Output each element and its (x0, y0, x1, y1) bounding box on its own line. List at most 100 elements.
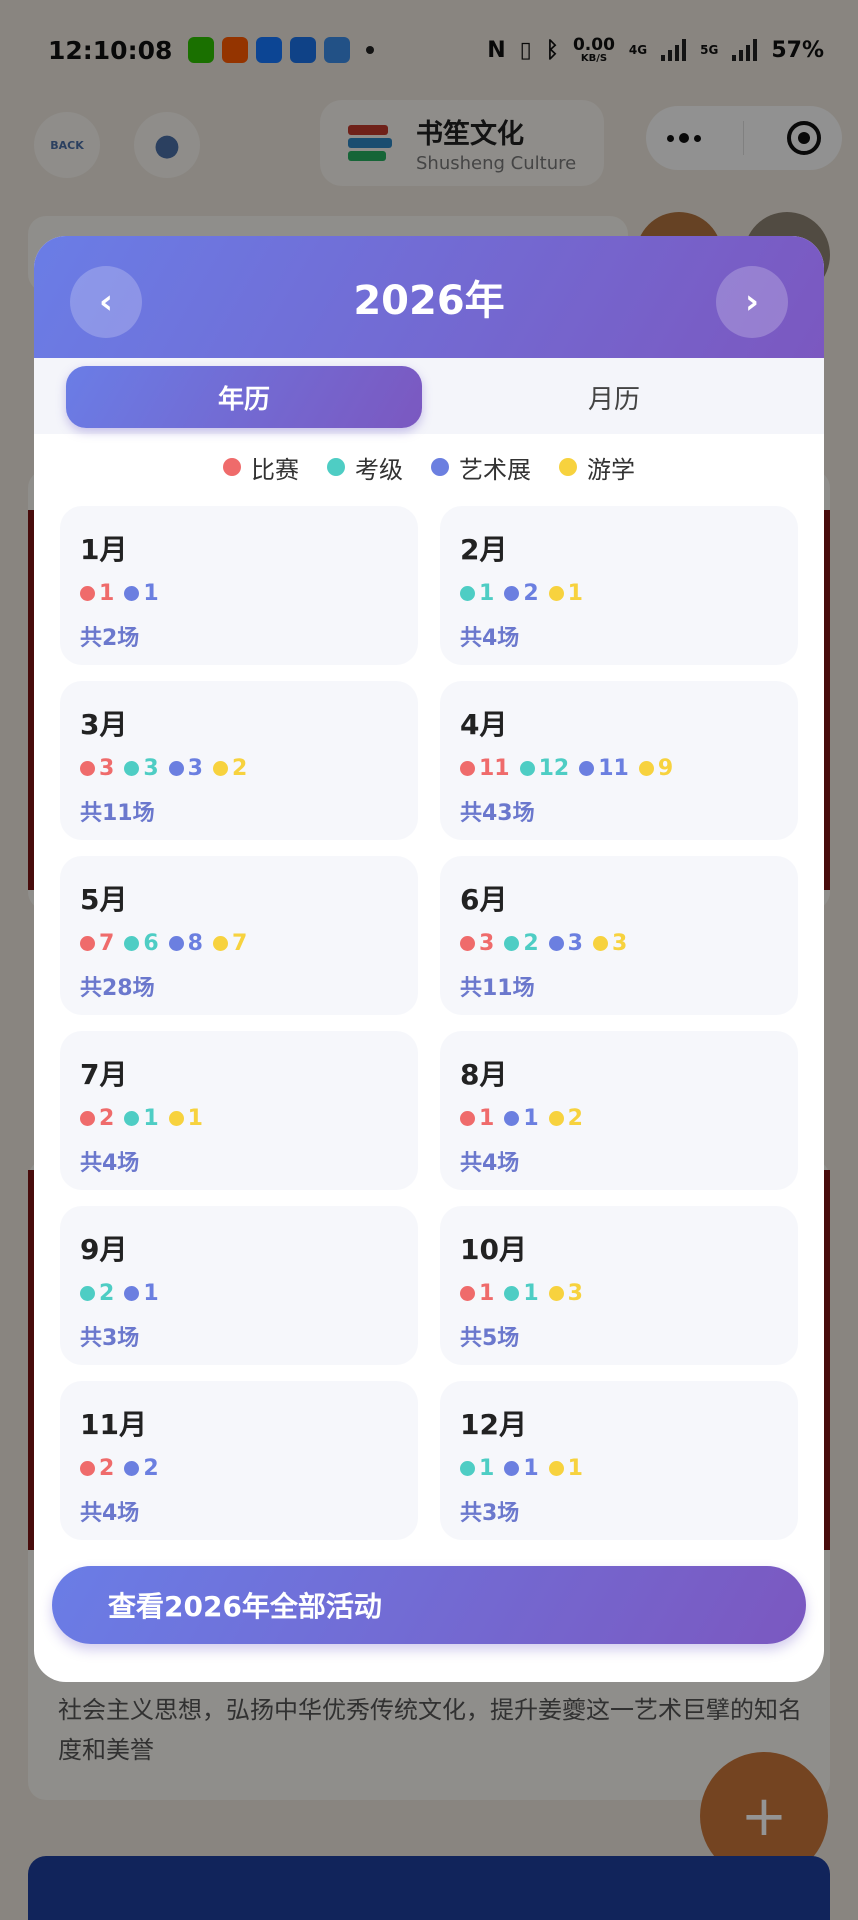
competition-dot-icon (223, 458, 241, 476)
grading-exam-dot-icon (504, 1285, 520, 1301)
count-value: 3 (187, 755, 203, 781)
chevron-right-icon: › (744, 282, 759, 322)
grading-exam-count: 2 (504, 930, 539, 956)
art-exhibition-count: 1 (124, 1281, 159, 1306)
count-value: 12 (538, 755, 570, 781)
month-card[interactable]: 11月 2 2 共4场 (60, 1381, 418, 1540)
study-tour-count: 1 (168, 1105, 203, 1131)
legend-item-competition: 比赛 (223, 450, 299, 485)
tab-year-calendar[interactable]: 年历 (66, 366, 422, 428)
art-exhibition-count: 3 (168, 755, 203, 781)
count-value: 2 (523, 930, 539, 956)
study-tour-count: 2 (212, 755, 248, 781)
art-exhibition-count: 3 (548, 931, 583, 956)
month-card[interactable]: 4月 11 12 11 9 共43场 (440, 681, 798, 840)
view-tabs: 年历 月历 (34, 358, 824, 434)
month-card[interactable]: 8月 1 1 2 共4场 (440, 1031, 798, 1190)
study-tour-dot-icon (548, 1460, 564, 1476)
grading-exam-count: 3 (124, 756, 159, 781)
count-value: 3 (567, 1280, 583, 1306)
study-tour-count: 3 (548, 1280, 583, 1306)
next-year-button[interactable]: › (716, 266, 788, 338)
month-counts: 1 1 3 (460, 1278, 778, 1308)
count-value: 11 (598, 755, 629, 781)
legend-item-study-tour: 游学 (559, 450, 635, 485)
month-name: 10月 (460, 1233, 527, 1266)
month-name: 11月 (80, 1408, 147, 1441)
competition-dot-icon (80, 1460, 95, 1476)
grading-exam-dot-icon (504, 935, 520, 951)
month-counts: 11 (80, 578, 398, 608)
month-total: 共28场 (80, 976, 155, 1001)
count-value: 3 (611, 930, 628, 956)
art-exhibition-dot-icon (579, 760, 595, 776)
art-exhibition-count: 11 (579, 756, 629, 781)
count-value: 1 (523, 1455, 539, 1481)
study-tour-count: 1 (548, 581, 583, 606)
month-name: 4月 (460, 708, 508, 741)
art-exhibition-dot-icon (504, 585, 520, 601)
month-card[interactable]: 3月 3 3 3 2 共11场 (60, 681, 418, 840)
month-name: 7月 (80, 1058, 128, 1091)
prev-year-button[interactable]: ‹ (70, 266, 142, 338)
count-value: 11 (479, 755, 510, 781)
study-tour-count: 9 (638, 756, 673, 781)
art-exhibition-count: 1 (504, 1105, 539, 1131)
count-value: 2 (567, 1105, 583, 1131)
competition-dot-icon (460, 1110, 475, 1126)
count-value: 1 (523, 1105, 539, 1131)
competition-dot-icon (460, 935, 475, 951)
month-counts: 7 6 8 7 (80, 928, 398, 958)
month-card[interactable]: 12月 1 1 1 共3场 (440, 1381, 798, 1540)
art-exhibition-dot-icon (548, 935, 564, 951)
month-card[interactable]: 10月 1 1 3 共5场 (440, 1206, 798, 1365)
grading-exam-count: 1 (504, 1281, 539, 1306)
month-name: 6月 (460, 883, 508, 916)
tab-month-calendar[interactable]: 月历 (436, 366, 792, 428)
month-total: 共4场 (80, 1151, 140, 1176)
count-value: 1 (143, 580, 159, 606)
count-value: 3 (479, 930, 495, 956)
month-name: 2月 (460, 533, 508, 566)
count-value: 1 (479, 1455, 495, 1481)
competition-dot-icon (80, 935, 95, 951)
legend-label: 考级 (355, 455, 403, 484)
competition-dot-icon (80, 585, 95, 601)
count-value: 3 (99, 755, 115, 781)
month-counts: 2 1 1 (80, 1103, 398, 1133)
month-grid: 1月 1 1 共2场 2月 1 2 1 共4场 3月 3 3 3 2 共11场 4月 11 12 11 9 共43场 5月… (60, 506, 798, 1540)
art-exhibition-count: 2 (504, 581, 539, 606)
count-value: 1 (479, 580, 495, 606)
month-total: 共4场 (80, 1501, 140, 1526)
month-name: 5月 (80, 883, 128, 916)
study-tour-dot-icon (592, 935, 608, 951)
competition-count: 1 (460, 1106, 494, 1131)
month-card[interactable]: 2月 1 2 1 共4场 (440, 506, 798, 665)
study-tour-dot-icon (548, 1110, 564, 1126)
competition-count: 2 (80, 1106, 114, 1131)
art-exhibition-count: 2 (124, 1456, 159, 1481)
study-tour-dot-icon (168, 1110, 184, 1126)
month-card[interactable]: 5月 7 6 8 7 共28场 (60, 856, 418, 1015)
month-card[interactable]: 6月 3 2 3 3 共11场 (440, 856, 798, 1015)
month-card[interactable]: 7月 2 1 1 共4场 (60, 1031, 418, 1190)
grading-exam-count: 2 (80, 1281, 114, 1306)
grading-exam-dot-icon (519, 760, 535, 776)
study-tour-dot-icon (212, 760, 228, 776)
month-card[interactable]: 9月 2 1 共3场 (60, 1206, 418, 1365)
count-value: 7 (99, 930, 115, 956)
legend-label: 游学 (587, 455, 635, 484)
count-value: 1 (187, 1105, 203, 1131)
month-name: 9月 (80, 1233, 128, 1266)
count-value: 2 (231, 755, 248, 781)
count-value: 2 (99, 1280, 115, 1306)
month-counts: 22 (80, 1453, 398, 1483)
view-all-activities-button[interactable]: 查看2026年全部活动 (52, 1566, 806, 1644)
month-counts: 3 3 3 2 (80, 753, 398, 783)
art-exhibition-dot-icon (431, 458, 449, 476)
grading-exam-dot-icon (124, 760, 140, 776)
category-legend: 比赛 考级 艺术展 游学 (34, 434, 824, 500)
month-card[interactable]: 1月 1 1 共2场 (60, 506, 418, 665)
month-total: 共3场 (80, 1326, 140, 1351)
art-exhibition-dot-icon (168, 760, 184, 776)
